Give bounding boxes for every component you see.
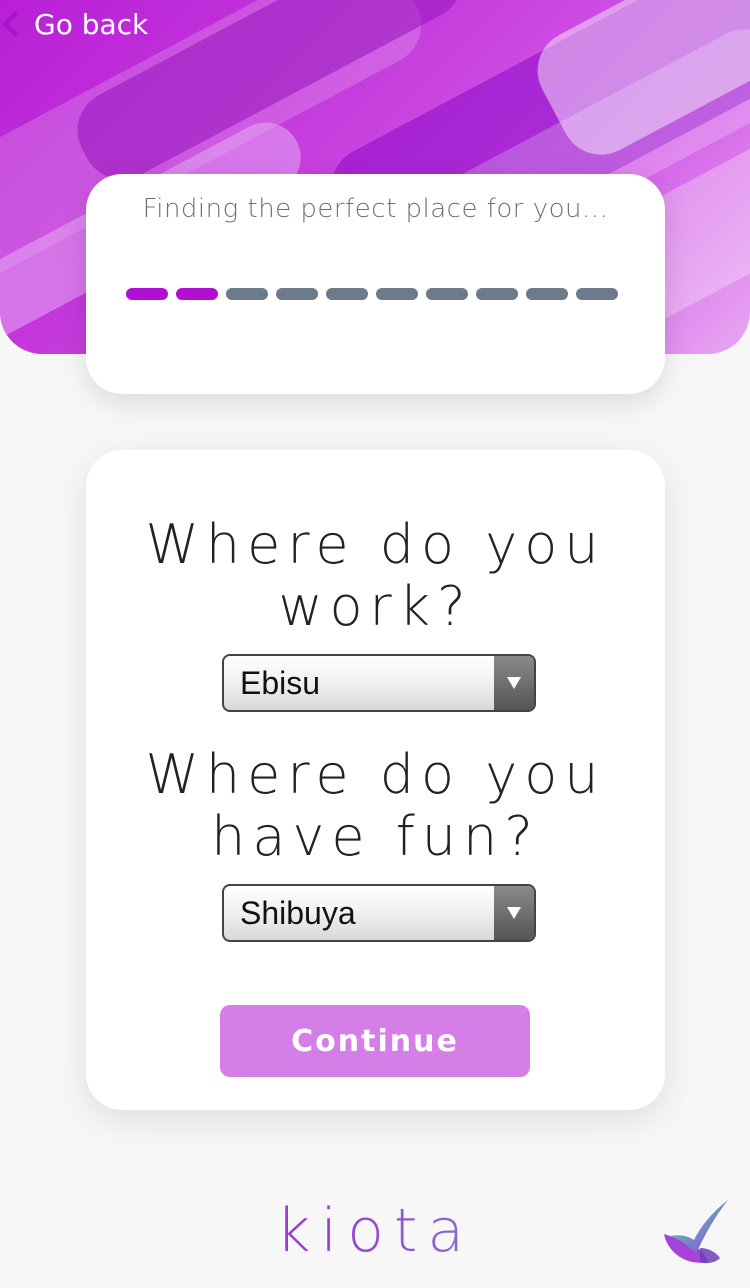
kiota-logo-text: kiota (0, 1196, 750, 1266)
progress-step-pending (476, 288, 518, 300)
dropdown-button[interactable] (494, 886, 534, 940)
continue-button[interactable]: Continue (220, 1005, 530, 1077)
triangle-down-icon (507, 677, 521, 689)
progress-step-completed (126, 288, 168, 300)
progress-step-pending (576, 288, 618, 300)
chevron-left-icon (2, 11, 28, 37)
progress-title: Finding the perfect place for you... (142, 194, 609, 224)
work-location-select[interactable]: Ebisu (222, 654, 536, 712)
progress-step-pending (226, 288, 268, 300)
work-location-value: Ebisu (240, 665, 321, 701)
fun-location-value: Shibuya (240, 895, 356, 931)
location-form-card: Where do you work? Ebisu Where do you ha… (86, 450, 665, 1110)
progress-step-pending (526, 288, 568, 300)
go-back-label: Go back (34, 7, 149, 41)
progress-card: Finding the perfect place for you... (86, 174, 665, 394)
app-screen: Go back Finding the perfect place for yo… (0, 0, 750, 1288)
fun-location-select[interactable]: Shibuya (222, 884, 536, 942)
triangle-down-icon (507, 907, 521, 919)
fun-question: Where do you have fun? (145, 743, 606, 868)
dropdown-button[interactable] (494, 656, 534, 710)
go-back-button[interactable]: Go back (0, 4, 148, 44)
progress-step-pending (276, 288, 318, 300)
kiota-logo-icon (664, 1200, 728, 1264)
progress-step-pending (376, 288, 418, 300)
progress-step-pending (326, 288, 368, 300)
progress-step-completed (176, 288, 218, 300)
work-question: Where do you work? (145, 513, 606, 638)
progress-steps (126, 288, 618, 300)
progress-step-pending (426, 288, 468, 300)
